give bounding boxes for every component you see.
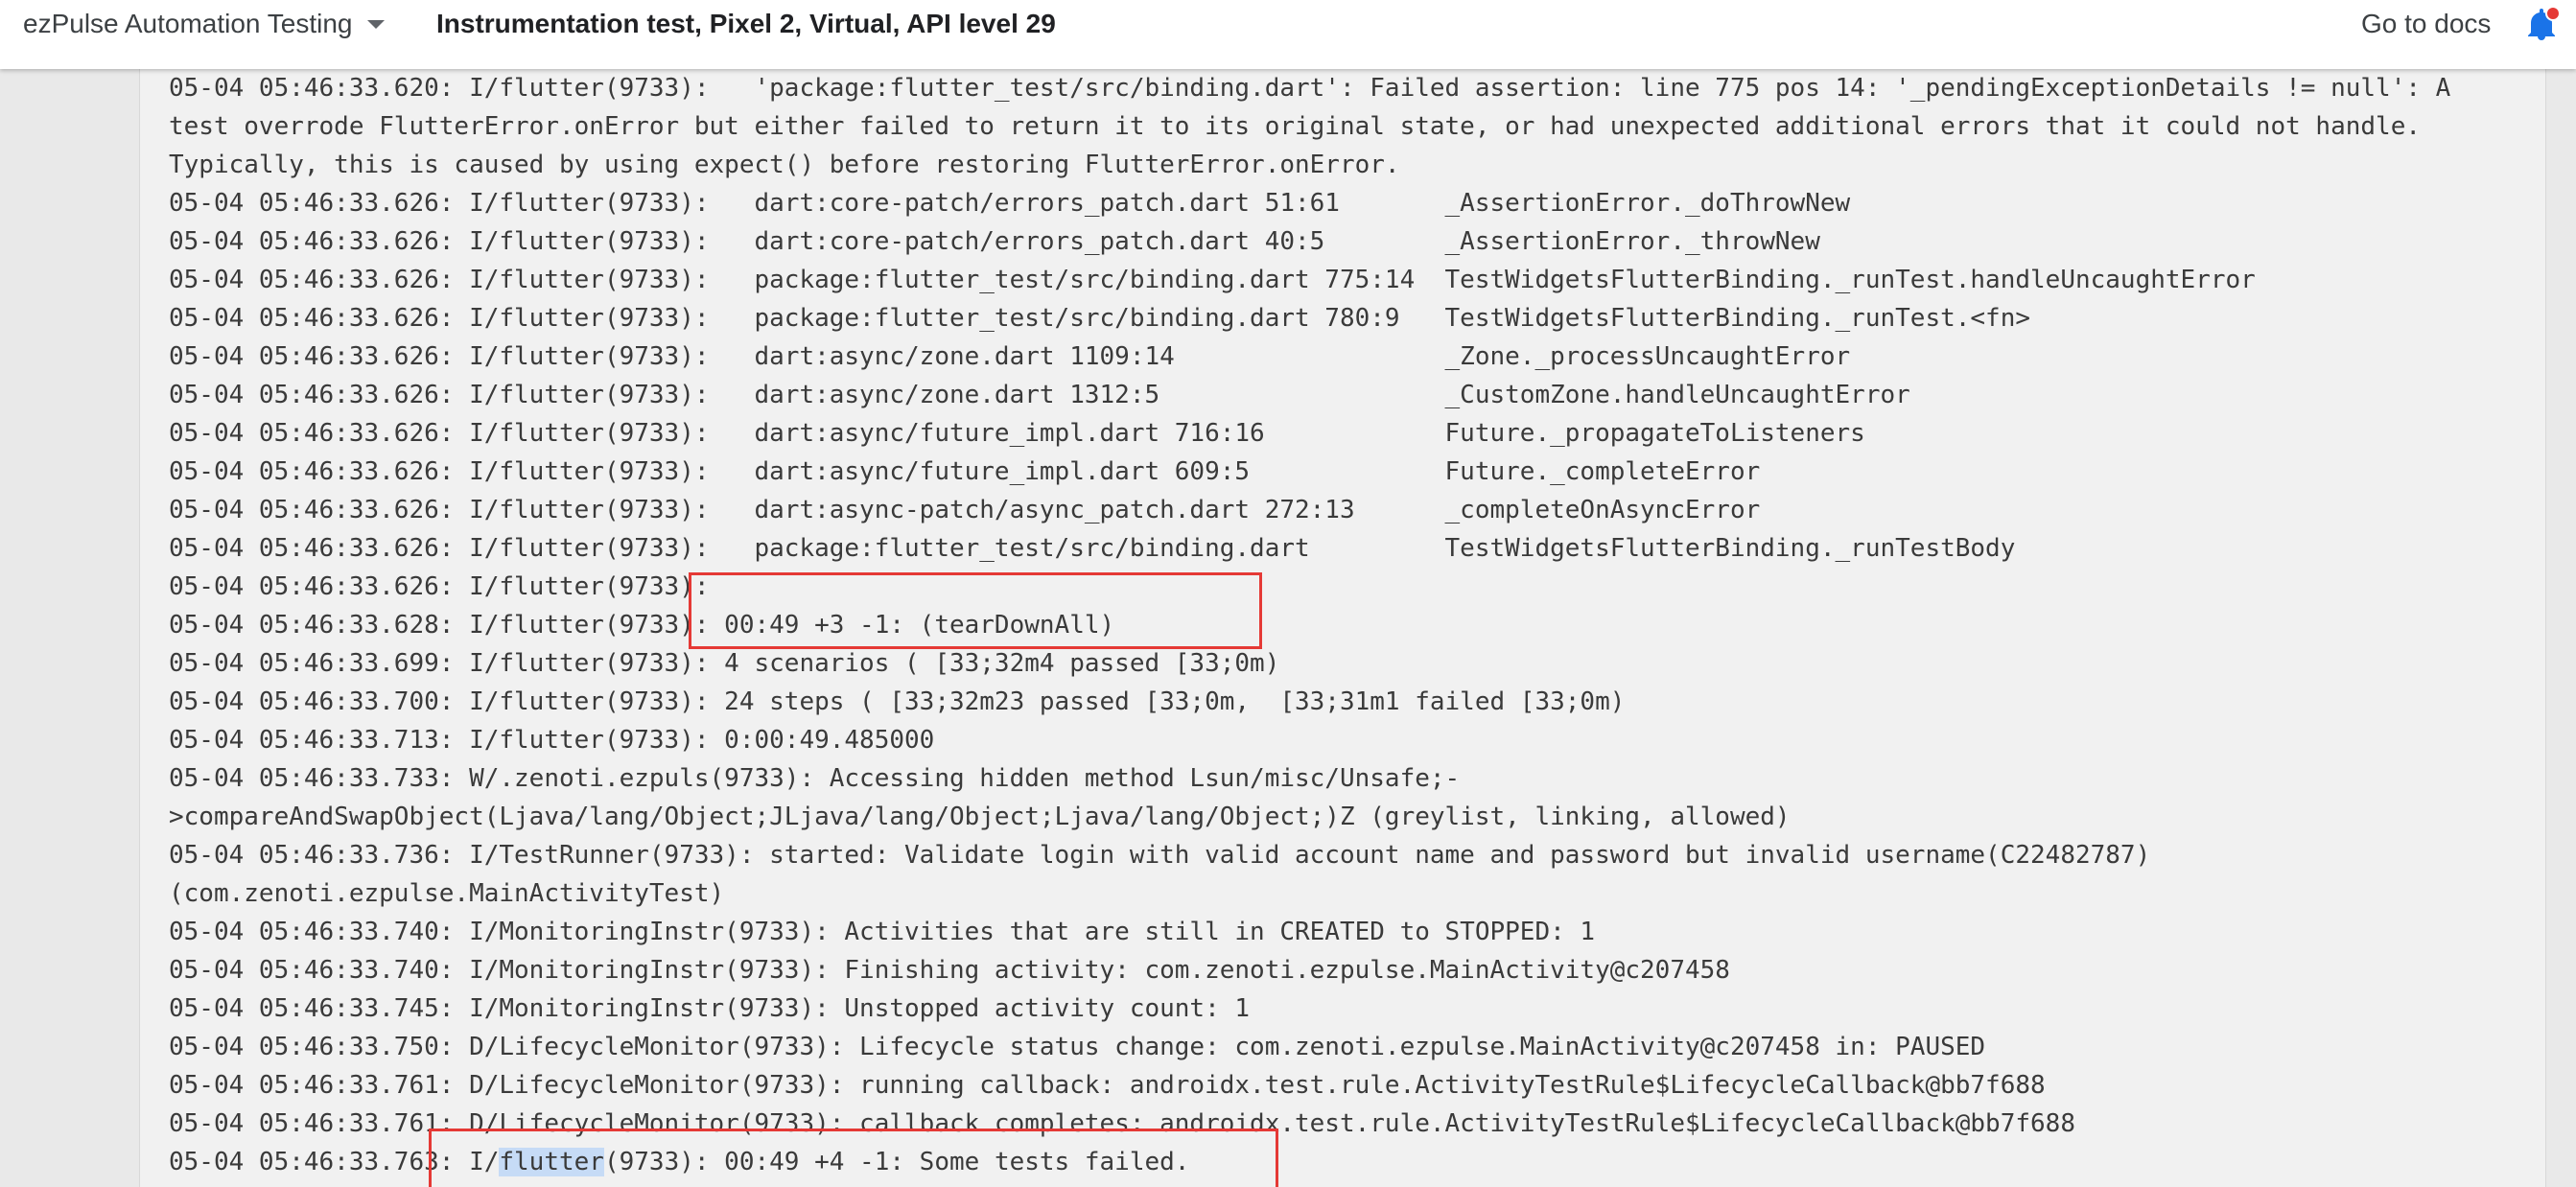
- log-line: 05-04 05:46:33.626: I/flutter(9733): dar…: [169, 227, 1820, 256]
- log-line: 05-04 05:46:33.750: D/LifecycleMonitor(9…: [169, 1033, 1986, 1061]
- log-line: (com.zenoti.ezpulse.MainActivityTest): [169, 879, 725, 908]
- log-line: 05-04 05:46:33.736: I/TestRunner(9733): …: [169, 841, 2151, 870]
- selected-text: flutter: [499, 1148, 604, 1176]
- log-line: 05-04 05:46:33.626: I/flutter(9733): dar…: [169, 381, 1910, 409]
- log-line: test overrode FlutterError.onError but e…: [169, 112, 2421, 141]
- log-line: 05-04 05:46:33.620: I/flutter(9733): 'pa…: [169, 74, 2451, 103]
- log-line: 05-04 05:46:33.740: I/MonitoringInstr(97…: [169, 918, 1596, 946]
- log-line: 05-04 05:46:33.699: I/flutter(9733): 4 s…: [169, 649, 1280, 678]
- bell-icon[interactable]: [2522, 6, 2561, 44]
- log-line: 05-04 05:46:33.626: I/flutter(9733): dar…: [169, 189, 1851, 218]
- log-line: 05-04 05:46:33.628: I/flutter(9733): 00:…: [169, 611, 1115, 640]
- log-line: 05-04 05:46:33.626: I/flutter(9733): dar…: [169, 496, 1761, 524]
- log-line: 05-04 05:46:33.740: I/MonitoringInstr(97…: [169, 956, 1730, 985]
- log-line: 05-04 05:46:33.700: I/flutter(9733): 24 …: [169, 687, 1626, 716]
- page-title: Instrumentation test, Pixel 2, Virtual, …: [436, 9, 1056, 38]
- log-line: 05-04 05:46:33.761: D/LifecycleMonitor(9…: [169, 1109, 2075, 1138]
- caret-down-icon: [367, 19, 386, 29]
- log-line: 05-04 05:46:33.626: I/flutter(9733): dar…: [169, 457, 1761, 486]
- log-line: 05-04 05:46:33.626: I/flutter(9733): pac…: [169, 266, 2256, 294]
- log-line: 05-04 05:46:33.626: I/flutter(9733): dar…: [169, 419, 1865, 448]
- go-to-docs-link[interactable]: Go to docs: [2361, 0, 2491, 48]
- log-line-last: 05-04 05:46:33.763: I/flutter(9733): 00:…: [169, 1143, 1189, 1181]
- project-name: ezPulse Automation Testing: [23, 9, 353, 38]
- log-line: 05-04 05:46:33.626: I/flutter(9733): pac…: [169, 534, 2016, 563]
- top-bar: ezPulse Automation Testing Instrumentati…: [0, 0, 2576, 69]
- log-line: >compareAndSwapObject(Ljava/lang/Object;…: [169, 803, 1791, 831]
- log-line-prefix: 05-04 05:46:33.763: I/: [169, 1148, 500, 1176]
- log-line: 05-04 05:46:33.745: I/MonitoringInstr(97…: [169, 994, 1251, 1023]
- log-line: 05-04 05:46:33.761: D/LifecycleMonitor(9…: [169, 1071, 2046, 1100]
- log-line: 05-04 05:46:33.733: W/.zenoti.ezpuls(973…: [169, 764, 1461, 793]
- log-line: 05-04 05:46:33.626: I/flutter(9733):: [169, 572, 710, 601]
- log-line: 05-04 05:46:33.626: I/flutter(9733): dar…: [169, 342, 1851, 371]
- log-line: 05-04 05:46:33.626: I/flutter(9733): pac…: [169, 304, 2031, 333]
- log-line: Typically, this is caused by using expec…: [169, 151, 1400, 179]
- log-line-suffix: (9733): 00:49 +4 -1: Some tests failed.: [603, 1148, 1190, 1176]
- log-line: 05-04 05:46:33.713: I/flutter(9733): 0:0…: [169, 726, 935, 755]
- log-panel[interactable]: 05-04 05:46:33.620: I/flutter(9733): 'pa…: [139, 69, 2546, 1187]
- project-selector[interactable]: ezPulse Automation Testing: [23, 0, 386, 48]
